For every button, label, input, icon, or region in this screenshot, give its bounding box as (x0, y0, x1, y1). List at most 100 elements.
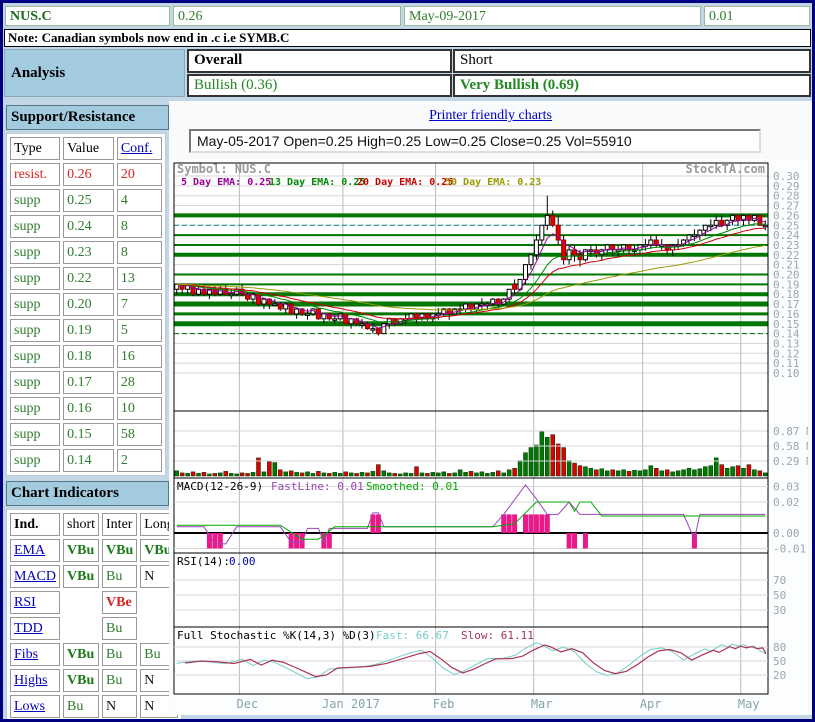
sr-conf: 28 (117, 371, 162, 394)
chart-column: Printer friendly charts May-05-2017 Open… (169, 101, 812, 715)
ci-cell: Bu (102, 669, 137, 692)
ci-col-ind: Ind. (10, 513, 60, 536)
price-field[interactable]: 0.26 (173, 6, 401, 26)
svg-text:May: May (738, 697, 760, 711)
ci-ind: Lows (10, 695, 60, 718)
ci-ind: MACD (10, 565, 60, 588)
ci-cell: Bu (102, 643, 137, 666)
ci-row: TDDBu (10, 617, 178, 640)
svg-text:Symbol: NUS.C: Symbol: NUS.C (177, 162, 271, 176)
sr-value: 0.14 (63, 449, 114, 472)
svg-text:20: 20 (773, 669, 786, 682)
ci-cell: Bu (102, 565, 137, 588)
sr-conf: 7 (117, 293, 162, 316)
sr-value: 0.23 (63, 241, 114, 264)
printer-friendly-link[interactable]: Printer friendly charts (429, 108, 552, 123)
sr-conf: 8 (117, 241, 162, 264)
svg-text:-0.01: -0.01 (773, 543, 806, 556)
ci-row: RSI VBe (10, 591, 178, 614)
sr-type: supp (10, 449, 60, 472)
canadian-symbols-note: Note: Canadian symbols now end in .c i.e… (4, 29, 811, 47)
sr-type: supp (10, 319, 60, 342)
overall-header: Overall (187, 49, 452, 73)
ci-ind: Fibs (10, 643, 60, 666)
indicator-link[interactable]: RSI (14, 595, 36, 610)
svg-text:FastLine: 0.01: FastLine: 0.01 (271, 480, 364, 493)
date-field[interactable]: May-09-2017 (404, 6, 701, 26)
ci-row: EMAVBuVBuVBu (10, 539, 178, 562)
ci-cell: VBe (102, 591, 137, 614)
ci-row: FibsVBuBuBu (10, 643, 178, 666)
ci-ind: RSI (10, 591, 60, 614)
chart-indicators-table: Ind.shortInterLongEMAVBuVBuVBuMACDVBuBuN… (6, 509, 182, 722)
symbol-field[interactable]: NUS.C (5, 6, 170, 26)
indicator-link[interactable]: EMA (14, 543, 45, 558)
ci-cell: VBu (63, 669, 99, 692)
sr-row: supp0.248 (10, 215, 162, 238)
svg-text:Smoothed: 0.01: Smoothed: 0.01 (366, 480, 459, 493)
sr-conf: 20 (117, 163, 162, 186)
chart-indicators-header: Chart Indicators (6, 481, 169, 506)
sr-conf: 16 (117, 345, 162, 368)
quote-bar: NUS.C 0.26 May-09-2017 0.01 (3, 3, 812, 28)
support-resistance-table: TypeValueConf.resist.0.2620supp0.254supp… (6, 133, 166, 476)
svg-text:Jan 2017: Jan 2017 (322, 697, 380, 711)
sr-row: supp0.1728 (10, 371, 162, 394)
ci-ind: EMA (10, 539, 60, 562)
overall-value: Bullish (0.36) (187, 74, 452, 98)
sr-type: supp (10, 371, 60, 394)
stockta-page: NUS.C 0.26 May-09-2017 0.01 Note: Canadi… (0, 0, 815, 722)
sr-value: 0.16 (63, 397, 114, 420)
sr-value: 0.15 (63, 423, 114, 446)
svg-text:0.10: 0.10 (773, 367, 800, 380)
svg-text:50: 50 (773, 655, 786, 668)
sr-conf: 5 (117, 319, 162, 342)
svg-text:70: 70 (773, 574, 786, 587)
sr-row: resist.0.2620 (10, 163, 162, 186)
svg-text:Fast: 66.67: Fast: 66.67 (376, 629, 449, 642)
short-value: Very Bullish (0.69) (453, 74, 811, 98)
sr-conf: 4 (117, 189, 162, 212)
sr-type: supp (10, 189, 60, 212)
sr-conf: 10 (117, 397, 162, 420)
svg-text:Mar: Mar (531, 697, 553, 711)
change-field[interactable]: 0.01 (704, 6, 810, 26)
sr-value: 0.20 (63, 293, 114, 316)
svg-text:0.87 M: 0.87 M (773, 425, 808, 438)
sr-row: supp0.207 (10, 293, 162, 316)
sr-type: supp (10, 397, 60, 420)
analysis-section: Analysis Overall Short Bullish (0.36) Ve… (4, 49, 811, 97)
sr-row: supp0.238 (10, 241, 162, 264)
svg-text:50: 50 (773, 589, 786, 602)
svg-text:50 Day EMA: 0.23: 50 Day EMA: 0.23 (445, 177, 541, 188)
svg-text:Feb: Feb (433, 697, 455, 711)
analysis-title: Analysis (4, 49, 185, 97)
indicator-link[interactable]: Highs (14, 673, 47, 688)
main-area: Support/Resistance TypeValueConf.resist.… (3, 101, 812, 722)
sr-col-type: Type (10, 137, 60, 160)
ohlc-info-box: May-05-2017 Open=0.25 High=0.25 Low=0.25… (189, 129, 761, 153)
indicator-link[interactable]: TDD (14, 621, 43, 636)
short-header: Short (453, 49, 811, 73)
indicator-link[interactable]: Lows (14, 699, 45, 714)
sr-value: 0.17 (63, 371, 114, 394)
ci-col-short: short (63, 513, 99, 536)
svg-text:Dec: Dec (237, 697, 259, 711)
ci-cell (63, 617, 99, 640)
sr-type: resist. (10, 163, 60, 186)
ci-cell (63, 591, 99, 614)
svg-text:0.29 M: 0.29 M (773, 455, 808, 468)
sr-conf: 2 (117, 449, 162, 472)
ci-cell: VBu (63, 539, 99, 562)
ci-cell: VBu (63, 565, 99, 588)
conf-link[interactable]: Conf. (121, 141, 153, 156)
sr-col-conf: Conf. (117, 137, 162, 160)
svg-text:0.00: 0.00 (229, 555, 256, 568)
ci-cell: N (102, 695, 137, 718)
indicator-link[interactable]: Fibs (14, 647, 38, 662)
svg-text:30: 30 (773, 604, 786, 617)
stock-chart[interactable]: 0.300.290.280.270.260.250.240.230.220.21… (171, 159, 808, 715)
indicator-link[interactable]: MACD (14, 569, 56, 584)
sr-row: supp0.1816 (10, 345, 162, 368)
sr-row: supp0.1610 (10, 397, 162, 420)
